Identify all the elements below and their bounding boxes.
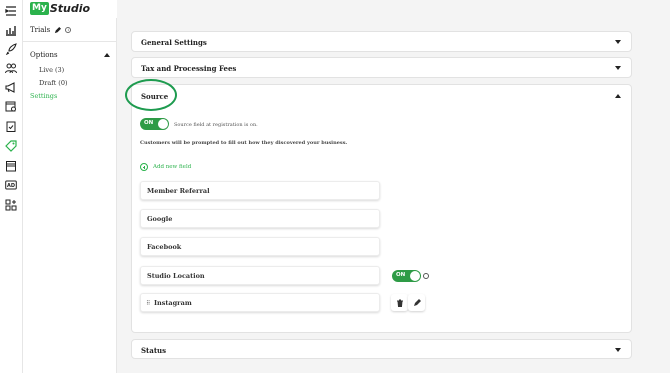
add-new-field-button[interactable]: Add new field xyxy=(140,163,191,171)
toggle-knob xyxy=(410,271,420,281)
megaphone-icon[interactable] xyxy=(4,80,17,93)
accordion-status[interactable]: Status xyxy=(131,339,632,359)
accordion-tax-fees[interactable]: Tax and Processing Fees xyxy=(131,57,632,78)
source-field-facebook[interactable]: Facebook xyxy=(140,237,380,256)
edit-button[interactable] xyxy=(408,294,425,311)
trash-icon xyxy=(396,299,403,307)
main-top-strip xyxy=(117,0,670,18)
source-description: Customers will be prompted to fill out h… xyxy=(140,140,348,146)
options-label[interactable]: Options xyxy=(30,51,58,59)
rocket-icon[interactable] xyxy=(4,42,17,55)
sidebar-item-live[interactable]: Live (3) xyxy=(39,66,64,74)
logo-mark: My xyxy=(30,2,49,15)
source-toggle[interactable]: ON xyxy=(140,118,169,130)
icon-rail: AD xyxy=(0,0,23,373)
add-field-label: Add new field xyxy=(153,164,192,170)
toggle-label: ON xyxy=(144,120,154,126)
info-icon[interactable]: i xyxy=(65,27,72,33)
info-icon[interactable] xyxy=(423,273,429,279)
field-label: Studio Location xyxy=(147,272,205,280)
app-logo[interactable]: My Studio xyxy=(30,1,90,16)
sidebar-item-settings[interactable]: Settings xyxy=(30,92,57,100)
trials-header: Trials i xyxy=(30,26,72,34)
studio-location-toggle[interactable]: ON xyxy=(392,270,421,282)
chevron-up-icon[interactable] xyxy=(615,94,621,98)
source-field-member-referral[interactable]: Member Referral xyxy=(140,181,380,200)
source-field-google[interactable]: Google xyxy=(140,209,380,228)
accordion-title: Tax and Processing Fees xyxy=(141,64,237,73)
clipboard-check-icon[interactable] xyxy=(4,119,17,132)
highlight-circle xyxy=(125,79,177,111)
source-field-studio-location[interactable]: Studio Location xyxy=(140,266,380,285)
tag-icon[interactable] xyxy=(4,139,17,152)
users-icon[interactable] xyxy=(4,61,17,74)
pencil-icon[interactable] xyxy=(54,26,62,34)
chevron-down-icon[interactable] xyxy=(615,348,621,352)
apps-add-icon[interactable] xyxy=(4,198,17,211)
chevron-down-icon[interactable] xyxy=(615,40,621,44)
logo-text: Studio xyxy=(49,2,91,15)
toggle-knob xyxy=(158,119,168,129)
calendar-gear-icon[interactable] xyxy=(4,99,17,112)
toggle-label: ON xyxy=(396,272,406,278)
field-label: Google xyxy=(147,215,173,223)
chevron-up-icon[interactable] xyxy=(104,53,110,57)
accordion-title: General Settings xyxy=(141,38,207,47)
accordion-title: Status xyxy=(141,346,167,355)
ad-icon[interactable]: AD xyxy=(4,178,17,191)
chevron-down-icon[interactable] xyxy=(615,66,621,70)
sidebar-divider xyxy=(23,41,117,42)
accordion-general-settings[interactable]: General Settings xyxy=(131,31,632,52)
field-label: Facebook xyxy=(147,243,182,251)
trials-label: Trials xyxy=(30,26,51,34)
menu-icon[interactable] xyxy=(4,4,17,17)
source-toggle-note: Source field at registration is on. xyxy=(174,122,258,128)
chart-icon[interactable] xyxy=(4,23,17,36)
field-label: Member Referral xyxy=(147,187,210,195)
delete-button[interactable] xyxy=(391,294,408,311)
pencil-icon xyxy=(413,298,421,306)
source-field-instagram[interactable]: ⠿ Instagram xyxy=(140,293,380,312)
svg-text:AD: AD xyxy=(6,183,14,189)
plus-circle-icon xyxy=(140,163,148,171)
sidebar-item-draft[interactable]: Draft (0) xyxy=(39,79,68,87)
store-icon[interactable] xyxy=(4,159,17,172)
drag-handle-icon[interactable]: ⠿ xyxy=(146,300,151,307)
secondary-sidebar: Trials i Options Live (3) Draft (0) Sett… xyxy=(23,18,117,373)
field-label: Instagram xyxy=(154,299,192,307)
